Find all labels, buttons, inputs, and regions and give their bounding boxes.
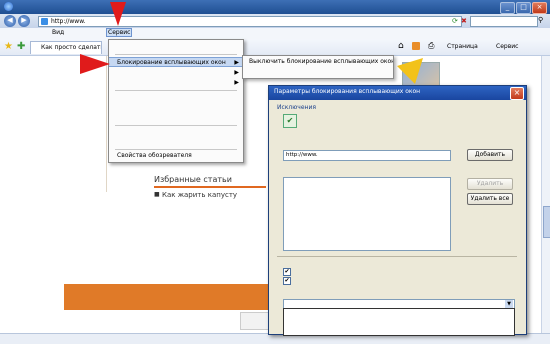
article-bullet-icon: ■ (154, 191, 160, 198)
dialog-titlebar: Параметры блокирования всплывающих окон … (269, 86, 526, 100)
dialog-close-button[interactable]: × (510, 87, 524, 100)
refresh-icon[interactable]: ⟳ (452, 17, 460, 25)
menu-item-dev-tools[interactable] (109, 128, 243, 138)
page-scrollbar[interactable] (541, 56, 550, 333)
feeds-icon[interactable] (412, 42, 420, 50)
add-favorite-icon[interactable]: ✚ (17, 41, 25, 52)
search-input[interactable] (470, 16, 538, 27)
minimize-button[interactable]: _ (500, 2, 515, 14)
scrollbar-thumb[interactable] (543, 206, 550, 238)
exceptions-description (301, 114, 517, 130)
page-favicon-icon (41, 18, 48, 25)
submenu-arrow-icon: ▶ (234, 59, 239, 66)
chevron-down-icon: ▼ (505, 300, 513, 308)
maximize-button[interactable]: □ (516, 2, 531, 14)
dialog-title: Параметры блокирования всплывающих окон (274, 88, 421, 95)
red-arrow-pointer (110, 2, 126, 26)
favorites-star-icon[interactable]: ★ (4, 41, 13, 52)
footer-orange-band (64, 284, 268, 310)
red-arrow-pointer (80, 54, 110, 74)
address-toolbar: ◀ ▶ http://www. ⟳ ✖ ⚲ (0, 14, 550, 28)
menu-separator (115, 125, 237, 126)
menu-separator (115, 54, 237, 55)
allowed-sites-list[interactable] (283, 177, 451, 251)
menu-separator (115, 90, 237, 91)
yellow-arrow-pointer (397, 58, 423, 84)
tools-dropdown: Блокирование всплывающих окон ▶ ▶ ▶ Свой… (108, 39, 244, 163)
tools-menu-button[interactable]: Сервис (496, 43, 518, 50)
infobar-checkbox[interactable]: ✔ (283, 277, 291, 285)
forward-button[interactable]: ▶ (18, 15, 30, 27)
submenu-item-disable-blocker[interactable]: Выключить блокирование всплывающих окон (243, 57, 393, 67)
remove-button[interactable]: Удалить (467, 178, 513, 190)
heading-underline (154, 186, 266, 188)
submenu-arrow-icon: ▶ (234, 79, 239, 86)
page-menu-button[interactable]: Страница (447, 43, 478, 50)
menu-item-windows-update[interactable] (109, 113, 243, 123)
search-icon[interactable]: ⚲ (538, 16, 543, 24)
site-address-value: http://www. (286, 152, 318, 158)
menu-item-manage-addons[interactable]: ▶ (109, 78, 243, 88)
site-address-input[interactable]: http://www. (283, 150, 451, 161)
menu-item-phishing-filter[interactable]: ▶ (109, 68, 243, 78)
menu-item-delete-history[interactable] (109, 42, 243, 52)
article-heading: Избранные статьи (154, 175, 232, 184)
close-window-button[interactable]: × (532, 2, 547, 14)
ie-logo-icon (4, 2, 13, 11)
dialog-divider (277, 256, 517, 257)
menu-separator (115, 149, 237, 150)
shield-icon: ✔ (283, 114, 297, 128)
popup-blocker-dialog: Параметры блокирования всплывающих окон … (268, 85, 527, 336)
menu-view[interactable]: Вид (52, 29, 64, 36)
sound-checkbox[interactable]: ✔ (283, 268, 291, 276)
article-link[interactable]: Как жарить капусту (162, 191, 237, 199)
remove-all-button[interactable]: Удалить все (467, 193, 513, 205)
exceptions-heading: Исключения (277, 104, 316, 111)
back-button[interactable]: ◀ (4, 15, 16, 27)
home-icon[interactable]: ⌂ (398, 41, 404, 51)
menu-item-feed-discovery (109, 103, 243, 113)
filter-level-dropdown (283, 308, 515, 336)
add-button[interactable]: Добавить (467, 149, 513, 161)
menu-item-subscribe (109, 93, 243, 103)
submenu-item-blocker-settings[interactable] (243, 67, 393, 77)
menu-item-popup-blocker-label: Блокирование всплывающих окон (117, 59, 226, 66)
menu-item-flash-decompiler[interactable] (109, 138, 243, 148)
submenu-arrow-icon: ▶ (234, 69, 239, 76)
window-titlebar: _ □ × (0, 0, 550, 14)
menu-item-internet-options[interactable]: Свойства обозревателя (109, 151, 243, 161)
stop-icon[interactable]: ✖ (461, 17, 469, 25)
popup-blocker-submenu: Выключить блокирование всплывающих окон (242, 55, 394, 79)
print-icon[interactable]: ⎙ (428, 41, 434, 51)
footer-ad (240, 312, 270, 330)
menu-item-popup-blocker[interactable]: Блокирование всплывающих окон ▶ (109, 57, 243, 67)
